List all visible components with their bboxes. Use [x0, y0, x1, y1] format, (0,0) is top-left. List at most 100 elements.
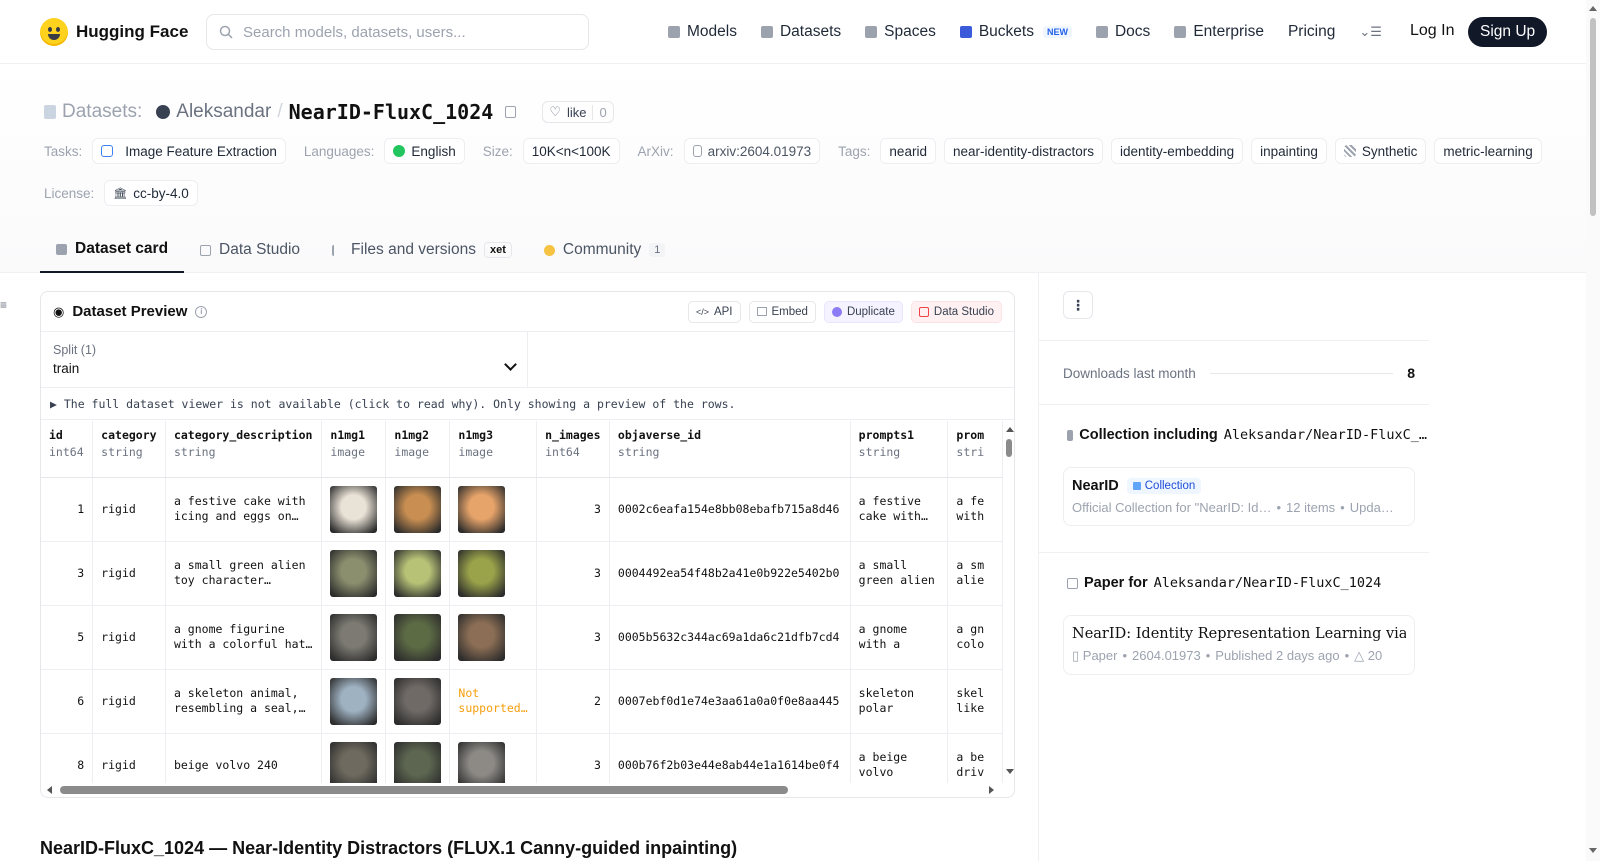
image-thumbnail[interactable] [458, 741, 506, 783]
tab-dataset-card[interactable]: Dataset card [40, 227, 185, 273]
collection-card[interactable]: NearID Collection Official Collection fo… [1063, 467, 1415, 526]
logo[interactable]: Hugging Face [40, 18, 188, 46]
tag-nearid[interactable]: nearid [880, 138, 936, 164]
nav-enterprise[interactable]: Enterprise [1174, 23, 1264, 41]
data-studio-button[interactable]: Data Studio [910, 300, 1002, 323]
nav-datasets[interactable]: Datasets [760, 23, 841, 41]
nav-buckets[interactable]: Buckets NEW [959, 23, 1072, 41]
cell-n-images: 3 [536, 605, 610, 670]
image-thumbnail[interactable] [394, 549, 442, 597]
cell-image[interactable] [321, 605, 387, 670]
viewer-notice[interactable]: ▶ The full dataset viewer is not availab… [41, 388, 1014, 420]
column-header-n1mg2[interactable]: n1mg2 image [385, 421, 451, 478]
nav-models[interactable]: Models [668, 23, 737, 41]
tag-identity-embedding[interactable]: identity-embedding [1111, 138, 1244, 164]
image-thumbnail[interactable] [394, 741, 442, 783]
sidebar-toggle-icon[interactable]: ≡ [0, 298, 7, 312]
cell-image[interactable] [385, 669, 451, 734]
cell-image[interactable] [385, 733, 451, 783]
owner-link[interactable]: Aleksandar [176, 101, 271, 123]
column-header-prom[interactable]: prom stri [947, 421, 1003, 478]
tag-near-identity-distractors[interactable]: near-identity-distractors [943, 138, 1104, 164]
column-header-category[interactable]: category string [92, 421, 166, 478]
table-row[interactable]: 8 rigid beige volvo 240 3 000b76f2b03e44e8ab… [41, 733, 1003, 783]
cell-image[interactable] [449, 605, 538, 670]
nav-docs[interactable]: Docs [1095, 23, 1150, 41]
more-options-button[interactable]: ⋮ [1063, 291, 1093, 319]
column-header-objaverse-id[interactable]: objaverse_id string [609, 421, 851, 478]
column-header-n-images[interactable]: n_images int64 [536, 421, 610, 478]
cell-image[interactable] [385, 605, 451, 670]
login-link[interactable]: Log In [1410, 22, 1454, 40]
image-thumbnail[interactable] [394, 485, 442, 533]
column-header-prompts1[interactable]: prompts1 string [850, 421, 949, 478]
cell-image[interactable] [449, 733, 538, 783]
image-thumbnail[interactable] [394, 613, 442, 661]
duplicate-button[interactable]: Duplicate [823, 300, 903, 323]
tag-inpainting[interactable]: inpainting [1251, 138, 1327, 164]
image-thumbnail[interactable] [458, 549, 506, 597]
info-icon[interactable]: i [195, 305, 208, 318]
dataset-name[interactable]: NearID-FluxC_1024 [289, 100, 494, 124]
cell-category: rigid [92, 733, 166, 783]
column-type: string [101, 445, 143, 459]
card-heading: NearID-FluxC_1024 — Near-Identity Distra… [40, 838, 738, 858]
image-thumbnail[interactable] [458, 613, 506, 661]
copy-icon[interactable] [505, 106, 517, 118]
image-thumbnail[interactable] [394, 677, 442, 725]
cell-image[interactable] [321, 541, 387, 606]
image-thumbnail[interactable] [458, 485, 506, 533]
table-horizontal-scrollbar[interactable] [41, 783, 1003, 797]
column-header-n1mg1[interactable]: n1mg1 image [321, 421, 387, 478]
tag-synthetic[interactable]: Synthetic [1334, 138, 1427, 164]
search-box[interactable] [206, 14, 589, 50]
page-scrollbar[interactable] [1586, 0, 1600, 861]
cell-prompts2-text: a gn colo [956, 622, 985, 651]
tab-data-studio[interactable]: Data Studio [184, 227, 316, 273]
cell-image[interactable] [449, 477, 538, 542]
cell-image[interactable] [321, 733, 387, 783]
tag-size[interactable]: 10K<n<100K [522, 138, 620, 164]
tag-language[interactable]: English [384, 138, 465, 164]
embed-button[interactable]: Embed [748, 300, 816, 323]
search-input[interactable] [243, 23, 563, 41]
image-thumbnail[interactable] [330, 741, 378, 783]
license-icon: 🏛 [113, 187, 128, 200]
cell-image[interactable] [385, 477, 451, 542]
cell-image[interactable] [385, 541, 451, 606]
table-vertical-scrollbar[interactable] [1003, 421, 1014, 783]
tab-files-label: Files and versions [351, 241, 476, 258]
signup-button[interactable]: Sign Up [1468, 17, 1548, 47]
table-row[interactable]: 3 rigid a small green alien toy character…… [41, 541, 1003, 606]
image-thumbnail[interactable] [330, 613, 378, 661]
tag-task[interactable]: Image Feature Extraction [92, 138, 286, 164]
column-header-id[interactable]: id int64 [41, 421, 94, 478]
tab-files-and-versions[interactable]: Files and versions xet [316, 227, 528, 273]
like-button[interactable]: ♡ like 0 [542, 101, 614, 123]
table-row[interactable]: 5 rigid a gnome figurine with a colorful h… [41, 605, 1003, 670]
more-menu-button[interactable]: ⌄☰ [1359, 24, 1382, 40]
cell-image[interactable] [321, 477, 387, 542]
tag-arxiv[interactable]: arxiv:2604.01973 [683, 138, 821, 164]
table-row[interactable]: 1 rigid a festive cake with icing and eggs… [41, 477, 1003, 542]
column-header-category-description[interactable]: category_description string [165, 421, 323, 478]
nav-spaces[interactable]: Spaces [865, 23, 936, 41]
owner-avatar[interactable] [156, 105, 171, 119]
image-thumbnail[interactable] [330, 677, 378, 725]
cell-image[interactable] [321, 669, 387, 734]
paper-name: NearID: Identity Representation Learning… [1072, 626, 1406, 642]
tag-license[interactable]: 🏛 cc-by-4.0 [104, 180, 198, 206]
api-button[interactable]: </> API [687, 300, 741, 323]
column-header-n1mg3[interactable]: n1mg3 image [449, 421, 538, 478]
image-thumbnail[interactable] [330, 485, 378, 533]
tag-metric-learning[interactable]: metric-learning [1434, 138, 1542, 164]
split-select[interactable]: Split (1) train [41, 332, 528, 387]
image-thumbnail[interactable] [330, 549, 378, 597]
tab-community[interactable]: Community 1 [528, 227, 682, 273]
paper-card[interactable]: NearID: Identity Representation Learning… [1063, 615, 1415, 675]
cell-image[interactable]: Not supported… [449, 669, 538, 734]
table-row[interactable]: 6 rigid a skeleton animal, resembling a se… [41, 669, 1003, 734]
cell-image[interactable] [449, 541, 538, 606]
nav-pricing[interactable]: Pricing [1288, 23, 1335, 41]
license-label: License: [44, 185, 95, 201]
